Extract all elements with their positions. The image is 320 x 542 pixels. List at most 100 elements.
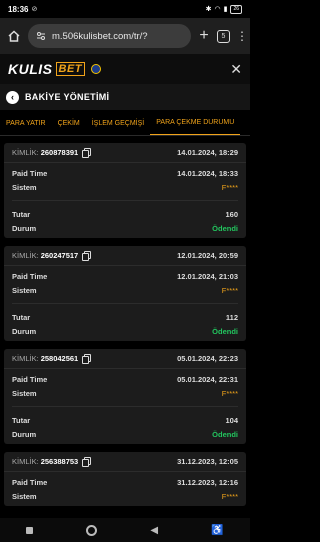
sistem-label: Sistem <box>12 491 37 501</box>
tutar-row: Tutar 112 <box>4 310 246 324</box>
copy-icon[interactable] <box>82 354 92 364</box>
page-header: ‹ BAKİYE YÖNETİMİ <box>0 84 250 110</box>
durum-label: Durum <box>12 223 37 233</box>
close-icon[interactable]: ✕ <box>230 61 242 78</box>
status-badge: Ödendi <box>212 429 238 439</box>
kimlik-label: KİMLİK: <box>12 148 39 157</box>
home-button[interactable] <box>6 28 22 44</box>
sistem-value: F**** <box>221 182 238 192</box>
status-icons: ✱ ◠ ▮ 26 <box>205 4 242 14</box>
back-triangle-icon[interactable]: ◀ <box>150 525 158 536</box>
sistem-row: Sistem F**** <box>4 180 246 194</box>
created-date: 05.01.2024, 22:23 <box>177 354 238 363</box>
kimlik-label: KİMLİK: <box>12 251 39 260</box>
status-badge: Ödendi <box>212 326 238 336</box>
status-badge: Ödendi <box>212 223 238 233</box>
new-tab-button[interactable]: + <box>197 27 211 45</box>
copy-icon[interactable] <box>82 251 92 261</box>
divider <box>12 200 238 201</box>
tutar-row: Tutar 160 <box>4 207 246 221</box>
tab-para-cekme-durumu[interactable]: PARA ÇEKME DURUMU <box>150 112 241 135</box>
bluetooth-icon: ✱ <box>205 6 212 13</box>
paid-time-label: Paid Time <box>12 271 48 281</box>
sistem-row: Sistem F**** <box>4 283 246 297</box>
tutar-value: 112 <box>225 312 238 322</box>
transaction-card: KİMLİK: 260878391 14.01.2024, 18:29 Paid… <box>4 143 246 238</box>
site-logo[interactable]: KULIS BET <box>8 61 101 77</box>
wifi-icon: ◠ <box>214 6 221 13</box>
home-icon <box>8 30 20 42</box>
paid-time-value: 14.01.2024, 18:33 <box>177 168 238 178</box>
back-icon[interactable]: ‹ <box>6 90 19 104</box>
battery-icon: 26 <box>230 4 242 14</box>
status-bar: 18:36 ⊘ ✱ ◠ ▮ 26 <box>0 0 250 18</box>
paid-time-label: Paid Time <box>12 168 48 178</box>
sistem-row: Sistem F**** <box>4 386 246 400</box>
url-text: m.506kulisbet.com/tr/? <box>52 30 148 42</box>
created-date: 31.12.2023, 12:05 <box>177 457 238 466</box>
amount-group: Tutar 104 Durum Ödendi <box>4 410 246 444</box>
copy-icon[interactable] <box>82 457 92 467</box>
transaction-id: 260247517 <box>40 251 79 260</box>
durum-row: Durum Ödendi <box>4 427 246 441</box>
copy-icon[interactable] <box>82 148 92 158</box>
tutar-label: Tutar <box>12 209 31 219</box>
tab-para-yatir[interactable]: PARA YATIR <box>0 112 52 135</box>
paid-time-row: Paid Time 31.12.2023, 12:16 <box>4 475 246 489</box>
payment-group: Paid Time 14.01.2024, 18:33 Sistem F**** <box>4 163 246 197</box>
signal-icon: ▮ <box>223 6 228 13</box>
sistem-value: F**** <box>221 388 238 398</box>
durum-row: Durum Ödendi <box>4 324 246 338</box>
kimlik-label: KİMLİK: <box>12 457 39 466</box>
sistem-row: Sistem F**** <box>4 489 246 503</box>
withdrawal-list[interactable]: KİMLİK: 260878391 14.01.2024, 18:29 Paid… <box>0 140 250 518</box>
crest-icon <box>91 64 101 74</box>
browser-menu-icon[interactable]: ⋮ <box>236 29 248 43</box>
tutar-value: 160 <box>225 209 238 219</box>
balance-tabs: PARA YATIR ÇEKİM İŞLEM GEÇMİŞİ PARA ÇEKM… <box>0 112 250 136</box>
amount-group: Tutar 160 Durum Ödendi <box>4 204 246 238</box>
sistem-label: Sistem <box>12 182 37 192</box>
sistem-label: Sistem <box>12 388 37 398</box>
paid-time-row: Paid Time 12.01.2024, 21:03 <box>4 269 246 283</box>
durum-label: Durum <box>12 326 37 336</box>
paid-time-value: 05.01.2024, 22:31 <box>177 374 238 384</box>
created-date: 14.01.2024, 18:29 <box>177 148 238 157</box>
payment-group: Paid Time 05.01.2024, 22:31 Sistem F**** <box>4 369 246 403</box>
durum-row: Durum Ödendi <box>4 221 246 235</box>
durum-label: Durum <box>12 429 37 439</box>
tutar-value: 104 <box>225 415 238 425</box>
divider <box>12 303 238 304</box>
tutar-label: Tutar <box>12 312 31 322</box>
paid-time-row: Paid Time 05.01.2024, 22:31 <box>4 372 246 386</box>
accessibility-icon[interactable]: ♿ <box>211 525 223 536</box>
transaction-card: KİMLİK: 256388753 31.12.2023, 12:05 Paid… <box>4 452 246 506</box>
recents-icon[interactable] <box>26 526 34 534</box>
browser-toolbar: m.506kulisbet.com/tr/? + 5 ⋮ <box>0 18 250 54</box>
home-circle-icon[interactable] <box>86 524 98 536</box>
divider <box>12 406 238 407</box>
logo-text: KULIS <box>8 61 53 77</box>
page-title: BAKİYE YÖNETİMİ <box>25 92 110 102</box>
paid-time-value: 31.12.2023, 12:16 <box>177 477 238 487</box>
paid-time-label: Paid Time <box>12 477 48 487</box>
address-bar[interactable]: m.506kulisbet.com/tr/? <box>28 24 191 48</box>
kimlik-label: KİMLİK: <box>12 354 39 363</box>
transaction-id: 256388753 <box>40 457 79 466</box>
site-header: KULIS BET ✕ <box>0 54 250 84</box>
sistem-value: F**** <box>221 491 238 501</box>
card-header: KİMLİK: 256388753 31.12.2023, 12:05 <box>4 452 246 472</box>
card-header: KİMLİK: 258042561 05.01.2024, 22:23 <box>4 349 246 369</box>
tab-islem-gecmisi[interactable]: İŞLEM GEÇMİŞİ <box>86 112 151 135</box>
paid-time-label: Paid Time <box>12 374 48 384</box>
tab-cekim[interactable]: ÇEKİM <box>52 112 86 135</box>
logo-accent: BET <box>55 62 85 76</box>
site-settings-icon[interactable] <box>36 31 46 41</box>
tab-switcher-button[interactable]: 5 <box>217 29 230 43</box>
transaction-id: 260878391 <box>40 148 79 157</box>
system-nav-bar: ◀ ♿ <box>0 518 250 542</box>
tutar-row: Tutar 104 <box>4 413 246 427</box>
transaction-id: 258042561 <box>40 354 79 363</box>
created-date: 12.01.2024, 20:59 <box>177 251 238 260</box>
amount-group: Tutar 112 Durum Ödendi <box>4 307 246 341</box>
